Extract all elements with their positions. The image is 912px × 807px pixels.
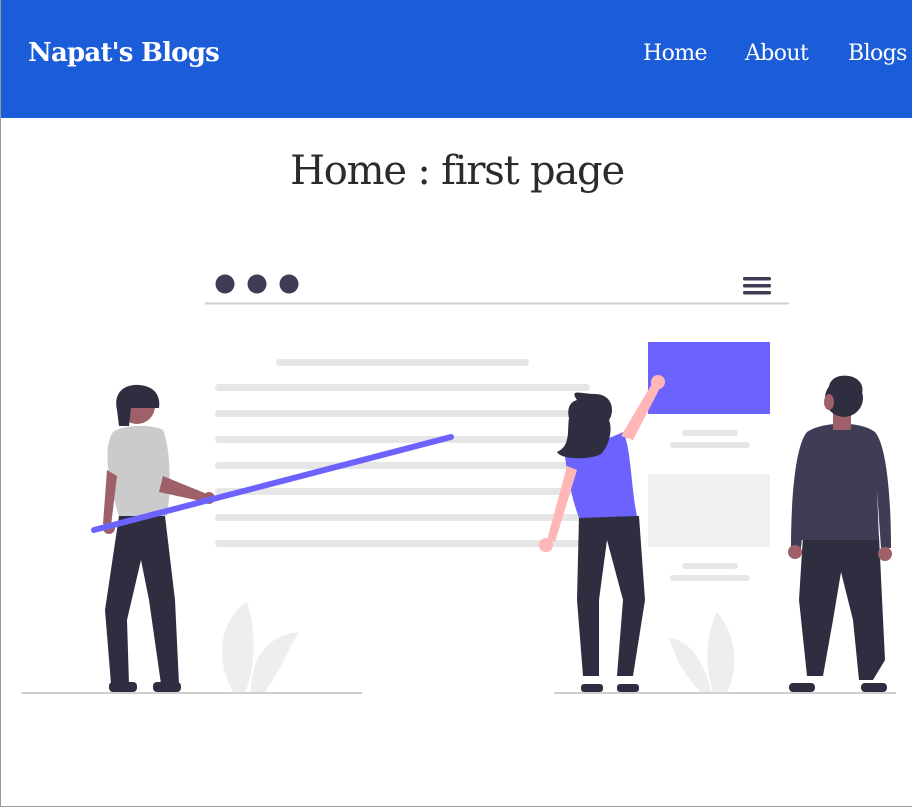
browser-header-divider <box>205 302 789 305</box>
man-standing-figure <box>788 375 892 692</box>
placeholder-text-lines <box>215 359 590 547</box>
page-title: Home : first page <box>290 148 625 194</box>
nav-link-blogs[interactable]: Blogs <box>848 41 907 66</box>
ground-line-left <box>21 692 362 694</box>
plant-right-icon <box>669 612 735 692</box>
plant-left-icon <box>222 602 299 692</box>
ground-line-right <box>554 692 896 694</box>
purple-card-block <box>648 342 770 414</box>
hero-illustration <box>21 274 896 694</box>
navbar: Napat's Blogs Home About Blogs <box>1 0 912 118</box>
woman-reaching-figure <box>539 375 665 692</box>
nav-link-about[interactable]: About <box>745 41 809 66</box>
nav-links: Home About Blogs <box>1 41 912 73</box>
nav-link-home[interactable]: Home <box>643 41 708 66</box>
browser-window-dots-icon <box>215 274 299 294</box>
gray-card-block <box>648 474 770 547</box>
hamburger-menu-icon <box>743 277 771 295</box>
